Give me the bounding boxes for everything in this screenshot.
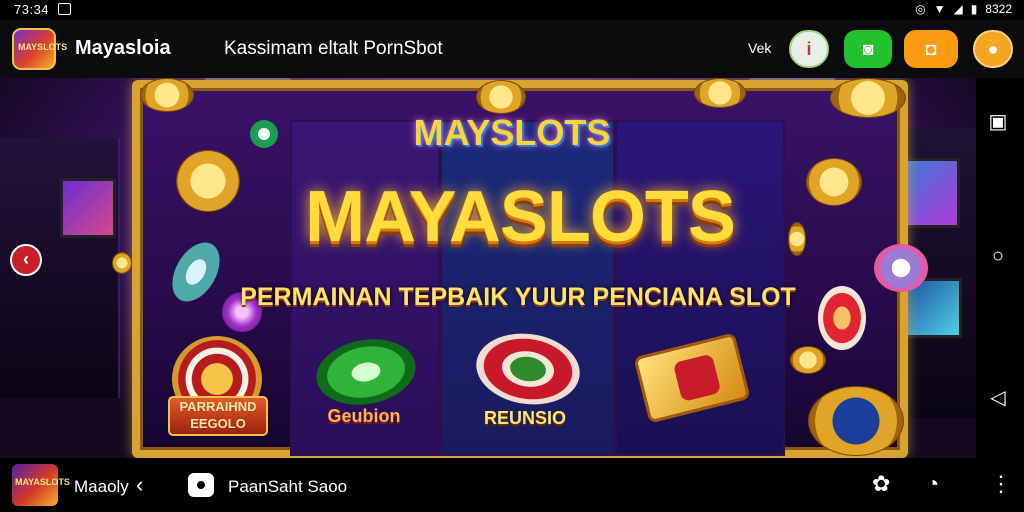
roulette-label-line1: PARRAIHND xyxy=(179,399,257,414)
gallery-button[interactable]: ◘ xyxy=(904,30,958,68)
puzzle-icon[interactable]: ✿ xyxy=(872,471,890,497)
menu-box-icon[interactable]: ▣ xyxy=(986,110,1010,134)
status-right-icons: ◎ ▼ ◢ ▮ 8322 xyxy=(915,2,1012,16)
alarm-icon: ◎ xyxy=(915,2,926,16)
back-icon[interactable]: ◁ xyxy=(986,386,1010,410)
gold-coin xyxy=(694,78,746,108)
gold-coin xyxy=(476,80,526,114)
battery-text: 8322 xyxy=(985,2,1012,16)
vek-label[interactable]: Vek xyxy=(748,40,771,56)
bottom-tab-label[interactable]: PaanSaht Saoo xyxy=(228,477,347,497)
logo-small: MAYSLOTS xyxy=(413,112,611,153)
page-title: Kassimam eltalt PornSbot xyxy=(224,38,443,59)
bottom-bar: MAYASLOTS Maaoly ‹ PaanSaht Saoo ✿ ◔ ⋮ xyxy=(0,458,1024,512)
roulette-label-line2: EEGOLO xyxy=(190,416,246,431)
info-button[interactable]: i xyxy=(789,30,829,68)
camera-lens xyxy=(195,479,207,491)
screenshot-icon xyxy=(58,3,71,15)
info-icon: i xyxy=(806,38,812,59)
camera-icon[interactable] xyxy=(188,473,214,497)
status-bar: 73:34 ◎ ▼ ◢ ▮ 8322 xyxy=(0,0,1024,20)
chevron-left-icon: ‹ xyxy=(23,249,29,269)
profile-button[interactable]: ● xyxy=(973,30,1013,68)
wifi-icon: ▼ xyxy=(933,2,946,16)
gallery-icon: ◘ xyxy=(925,38,937,59)
bottom-app-name[interactable]: Maaoly xyxy=(74,477,129,497)
bottom-app-logo-text: MAYASLOTS xyxy=(15,477,70,487)
bottom-app-logo[interactable]: MAYASLOTS xyxy=(12,464,70,506)
gold-coin xyxy=(808,386,904,456)
chevron-left-icon[interactable]: ‹ xyxy=(136,472,143,498)
app-logo-icon[interactable]: MAYSLOTS xyxy=(12,28,67,70)
red-chip-label[interactable]: REUNSIO xyxy=(470,408,580,429)
home-icon[interactable]: ○ xyxy=(986,244,1010,268)
roulette-label[interactable]: PARRAIHND EEGOLO xyxy=(168,396,268,436)
signal-icon: ◢ xyxy=(953,2,963,16)
green-chip-label[interactable]: Geubion xyxy=(314,406,414,427)
chat-icon: ◙ xyxy=(862,38,874,59)
profile-icon: ● xyxy=(987,38,999,59)
more-icon[interactable]: ⋮ xyxy=(990,471,1012,497)
speed-icon[interactable]: ◔ xyxy=(926,471,939,497)
gold-coin xyxy=(790,346,826,374)
system-nav-bar: ▣ ○ ◁ xyxy=(976,78,1024,458)
status-time: 73:34 xyxy=(14,2,50,17)
gold-block-gem xyxy=(672,353,722,403)
logo-big: MAYASLOTS xyxy=(305,177,736,257)
tagline: PERMAINAN TEPBAIK YUUR PENCIANA SLOT xyxy=(240,283,796,311)
battery-icon: ▮ xyxy=(970,2,978,16)
app-bar: MAYSLOTS Mayasloia Kassimam eltalt PornS… xyxy=(0,20,1024,78)
previous-arrow-button[interactable]: ‹ xyxy=(10,244,42,276)
app-logo-text: MAYSLOTS xyxy=(18,42,68,52)
app-title: Mayasloia xyxy=(75,37,171,59)
chat-button[interactable]: ◙ xyxy=(844,30,892,68)
gold-coin xyxy=(140,78,194,112)
